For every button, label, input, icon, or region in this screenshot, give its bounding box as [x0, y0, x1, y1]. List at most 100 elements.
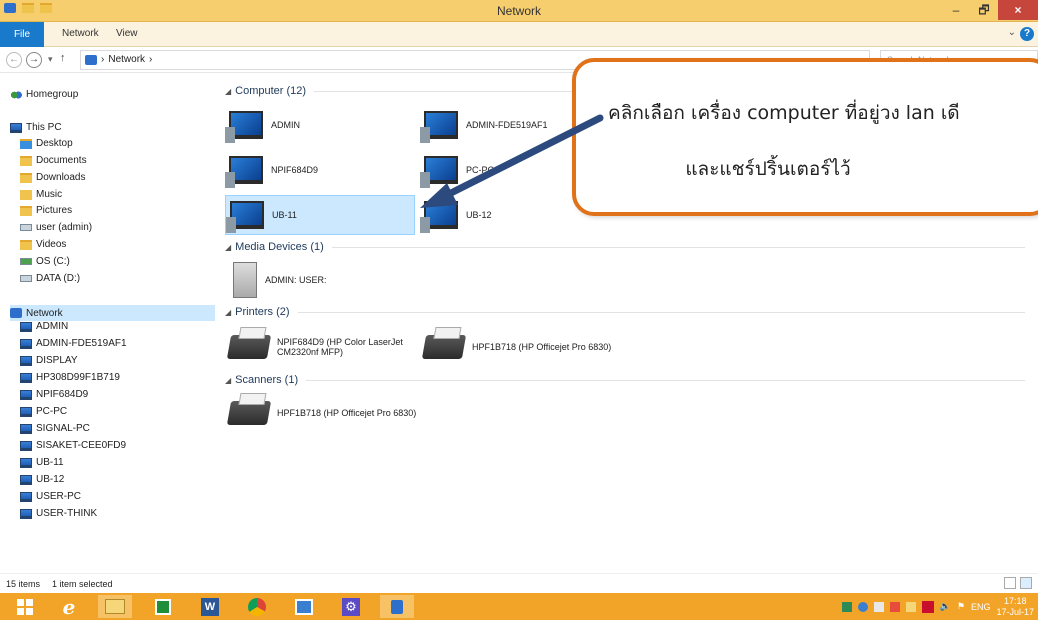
file-explorer-icon[interactable] — [98, 595, 132, 618]
nav-user-admin[interactable]: user (admin) — [20, 222, 92, 233]
tab-network[interactable]: Network — [62, 28, 99, 39]
network-icon — [10, 308, 22, 318]
nav-label: UB-11 — [36, 457, 64, 468]
close-button[interactable]: × — [998, 0, 1038, 20]
scanner-item[interactable]: HPF1B718 (HP Officejet Pro 6830) — [225, 393, 455, 433]
computer-icon — [420, 201, 458, 233]
chrome-icon[interactable] — [240, 595, 274, 618]
printer-item[interactable]: NPIF684D9 (HP Color LaserJet CM2320nf MF… — [225, 327, 415, 367]
desktop-icon — [20, 138, 32, 149]
large-icons-view-icon[interactable] — [1020, 577, 1032, 589]
expand-ribbon-icon[interactable]: ⌄ — [1008, 27, 1016, 38]
nav-network-computer[interactable]: PC-PC — [20, 406, 67, 417]
word-icon[interactable]: W — [193, 595, 227, 618]
nav-homegroup[interactable]: Homegroup — [10, 89, 78, 100]
music-icon — [20, 189, 32, 200]
nav-network-computer[interactable]: HP308D99F1B719 — [20, 372, 120, 383]
printer-item[interactable]: HPF1B718 (HP Officejet Pro 6830) — [420, 327, 650, 367]
breadcrumb-network[interactable]: Network — [108, 51, 145, 69]
nav-network-computer[interactable]: ADMIN-FDE519AF1 — [20, 338, 127, 349]
nav-music[interactable]: Music — [20, 189, 62, 200]
volume-icon[interactable]: 🔈 — [940, 601, 951, 612]
tab-view[interactable]: View — [116, 28, 138, 39]
item-label: ADMIN-FDE519AF1 — [466, 120, 548, 130]
group-label: Printers (2) — [235, 306, 290, 318]
group-label: Media Devices (1) — [235, 241, 324, 253]
callout-line-1: คลิกเลือก เครื่อง computer ที่อยู่วง lan… — [608, 102, 960, 124]
nav-network-computer[interactable]: NPIF684D9 — [20, 389, 88, 400]
documents-icon — [20, 155, 32, 166]
computer-icon — [20, 491, 32, 502]
clock[interactable]: 17:18 17-Jul-17 — [996, 596, 1034, 618]
computer-icon — [225, 156, 263, 188]
tab-file[interactable]: File — [0, 22, 44, 47]
action-center-icon[interactable]: ⚑ — [957, 601, 965, 612]
start-button[interactable] — [8, 595, 42, 618]
group-header-printers[interactable]: ◢ Printers (2) — [225, 306, 1025, 318]
nav-network-computer[interactable]: USER-THINK — [20, 508, 97, 519]
nav-network-computer[interactable]: SIGNAL-PC — [20, 423, 90, 434]
nav-label: Downloads — [36, 172, 86, 183]
language-indicator[interactable]: ENG — [971, 602, 991, 612]
nav-desktop[interactable]: Desktop — [20, 138, 73, 149]
item-label: ADMIN — [271, 120, 300, 130]
nav-network[interactable]: Network — [10, 305, 215, 321]
group-header-media[interactable]: ◢ Media Devices (1) — [225, 241, 1025, 253]
computer-icon — [20, 508, 32, 519]
downloads-icon — [20, 172, 32, 183]
media-item[interactable]: ADMIN: USER: — [225, 260, 415, 300]
remote-desktop-icon[interactable] — [287, 595, 321, 618]
store-icon[interactable] — [146, 595, 180, 618]
help-icon[interactable]: ? — [1020, 27, 1034, 41]
pictures-icon — [20, 205, 32, 216]
group-header-scanners[interactable]: ◢ Scanners (1) — [225, 374, 1025, 386]
nav-videos[interactable]: Videos — [20, 239, 66, 250]
forward-button[interactable]: → — [26, 52, 42, 68]
nav-network-computer[interactable]: USER-PC — [20, 491, 81, 502]
nav-label: Desktop — [36, 138, 73, 149]
computer-item-selected[interactable]: UB-11 — [225, 195, 415, 235]
computer-item[interactable]: ADMIN — [225, 105, 415, 145]
nav-network-computer[interactable]: UB-12 — [20, 474, 64, 485]
address-sep: › — [101, 54, 105, 65]
navigation-pane: Homegroup This PC Desktop Documents Down… — [0, 73, 215, 573]
tray-app-icon[interactable] — [841, 601, 852, 612]
computer-item[interactable]: NPIF684D9 — [225, 150, 415, 190]
nav-pictures[interactable]: Pictures — [20, 205, 72, 216]
nav-data-d[interactable]: DATA (D:) — [20, 273, 80, 284]
up-button[interactable]: ↑ — [60, 52, 66, 64]
nav-label: ADMIN — [36, 321, 69, 332]
collapse-icon: ◢ — [225, 86, 232, 96]
network-window-icon[interactable] — [380, 595, 414, 618]
nav-label: Videos — [36, 239, 67, 250]
computer-icon — [420, 111, 458, 143]
nav-network-computer[interactable]: UB-11 — [20, 457, 64, 468]
item-label: PC-PC — [466, 165, 495, 175]
back-button[interactable]: ← — [6, 52, 22, 68]
settings-icon[interactable]: ⚙ — [334, 595, 368, 618]
nav-this-pc[interactable]: This PC — [10, 122, 62, 133]
nav-os-c[interactable]: OS (C:) — [20, 256, 70, 267]
tray-app-icon[interactable] — [873, 601, 884, 612]
tray-app-icon[interactable] — [905, 601, 916, 612]
maximize-button[interactable]: 🗗 — [970, 0, 998, 20]
tray-app-icon[interactable] — [857, 601, 868, 612]
nav-network-computer[interactable]: SISAKET-CEE0FD9 — [20, 440, 126, 451]
details-view-icon[interactable] — [1004, 577, 1016, 589]
internet-explorer-icon[interactable]: e — [52, 595, 86, 619]
nav-network-computer[interactable]: ADMIN — [20, 321, 68, 332]
tray-app-icon[interactable] — [889, 601, 900, 612]
nav-label: ADMIN-FDE519AF1 — [36, 338, 127, 349]
recent-locations-icon[interactable]: ▾ — [48, 54, 53, 65]
item-label: UB-12 — [466, 210, 492, 220]
nav-downloads[interactable]: Downloads — [20, 172, 85, 183]
clock-date: 17-Jul-17 — [996, 606, 1034, 617]
tray-app-icon[interactable] — [921, 600, 934, 613]
nav-documents[interactable]: Documents — [20, 155, 87, 166]
computer-icon — [20, 457, 32, 468]
nav-network-computer[interactable]: DISPLAY — [20, 355, 78, 366]
nav-label: Documents — [36, 155, 87, 166]
minimize-button[interactable]: – — [942, 0, 970, 20]
system-tray: 🔈 ⚑ ENG 17:18 17-Jul-17 — [841, 593, 1034, 620]
nav-label: user (admin) — [36, 222, 93, 233]
